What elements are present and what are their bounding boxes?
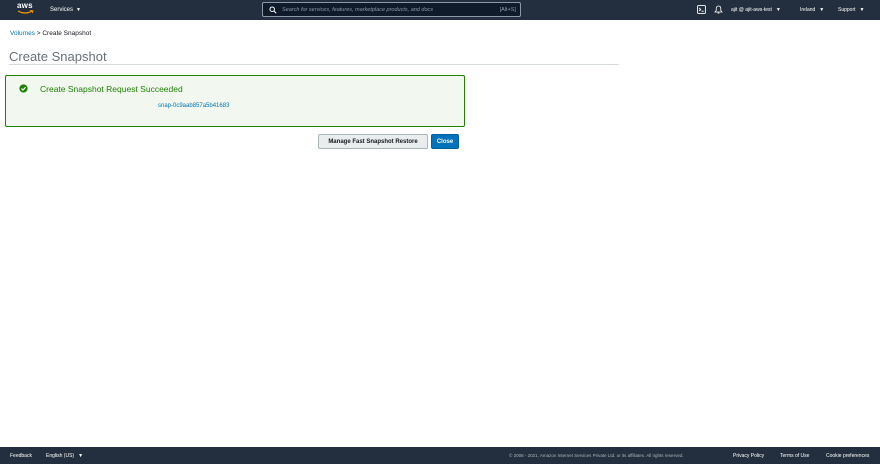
search-input[interactable] (282, 6, 500, 13)
privacy-policy-link[interactable]: Privacy Policy (733, 447, 764, 464)
support-label: Support (838, 7, 856, 13)
caret-down-icon: ▼ (819, 7, 825, 13)
success-heading: Create Snapshot Request Succeeded (40, 84, 183, 94)
region-label: Ireland (800, 7, 816, 13)
snapshot-id-link[interactable]: snap-0c9aab857a5b41683 (158, 103, 229, 109)
search-icon (269, 5, 277, 14)
aws-logo-text: aws (17, 1, 33, 10)
search-bar[interactable]: [Alt+S] (262, 2, 521, 17)
services-label: Services (50, 7, 74, 13)
title-divider (9, 64, 619, 65)
top-navigation: aws Services ▼ [Alt+S] ajit @ ajit-aws-t… (0, 0, 880, 20)
breadcrumb: Volumes > Create Snapshot (10, 30, 91, 37)
footer: Feedback English (US) ▼ © 2008 - 2021, A… (0, 447, 880, 464)
aws-smile-icon (17, 10, 34, 14)
page-title: Create Snapshot (9, 49, 107, 64)
account-menu[interactable]: ajit @ ajit-aws-test ▼ (731, 0, 781, 20)
aws-logo[interactable]: aws (17, 2, 35, 18)
language-label: English (US) (46, 452, 75, 459)
breadcrumb-volumes-link[interactable]: Volumes (10, 30, 35, 37)
language-selector[interactable]: English (US) ▼ (46, 447, 83, 464)
breadcrumb-current: Create Snapshot (42, 30, 92, 37)
services-menu-button[interactable]: Services ▼ (50, 0, 81, 20)
cloudshell-icon[interactable] (697, 5, 706, 14)
feedback-link[interactable]: Feedback (10, 447, 32, 464)
support-menu[interactable]: Support ▼ (838, 0, 864, 20)
search-shortcut-hint: [Alt+S] (499, 6, 516, 13)
cookie-preferences-link[interactable]: Cookie preferences (826, 447, 869, 464)
success-panel: Create Snapshot Request Succeeded snap-0… (5, 75, 465, 127)
caret-down-icon: ▼ (775, 7, 781, 13)
manage-fast-snapshot-restore-button[interactable]: Manage Fast Snapshot Restore (318, 134, 428, 149)
bell-icon[interactable] (714, 5, 723, 14)
copyright-text: © 2008 - 2021, Amazon Internet Services … (509, 453, 684, 458)
breadcrumb-separator: > (36, 30, 41, 37)
caret-down-icon: ▼ (859, 7, 865, 13)
region-menu[interactable]: Ireland ▼ (800, 0, 824, 20)
caret-down-icon: ▼ (78, 452, 84, 459)
terms-of-use-link[interactable]: Terms of Use (780, 447, 809, 464)
close-button[interactable]: Close (431, 134, 459, 149)
check-circle-icon (19, 84, 28, 93)
caret-down-icon: ▼ (76, 7, 81, 13)
account-label: ajit @ ajit-aws-test (731, 7, 772, 13)
